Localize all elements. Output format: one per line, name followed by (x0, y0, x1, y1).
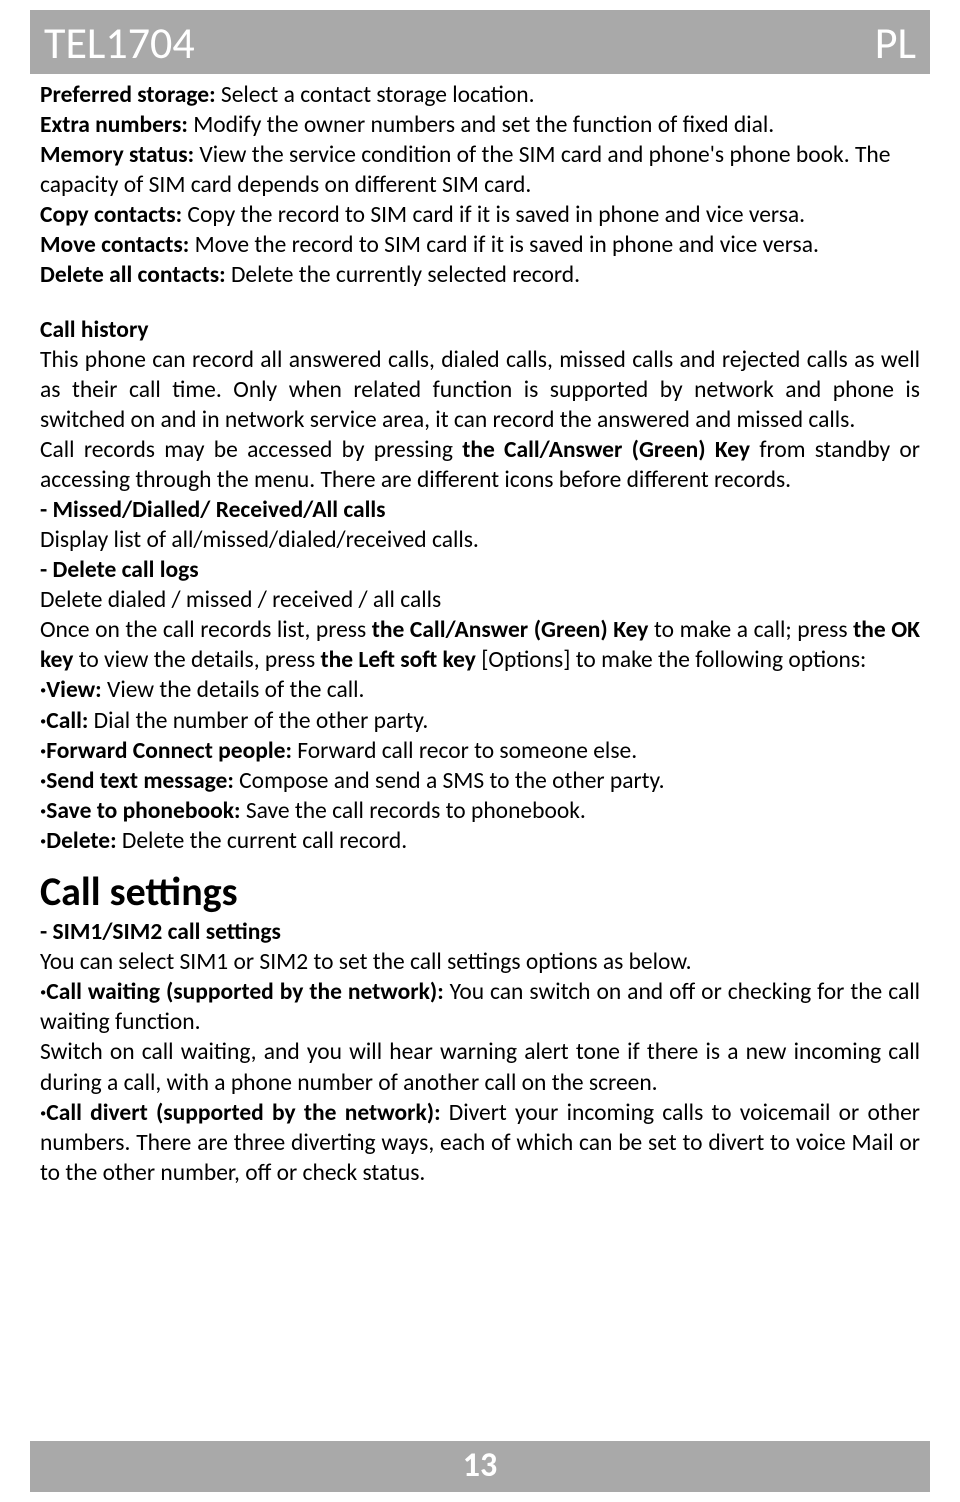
footer-bar: 13 (30, 1441, 930, 1492)
text: Copy the record to SIM card if it is sav… (182, 201, 805, 229)
call-history-sec1-title: - Missed/Dialled/ Received/All calls (40, 495, 920, 525)
label: Move contacts: (40, 231, 189, 259)
label: Delete all contacts: (40, 261, 226, 289)
title: - Missed/Dialled/ Received/All calls (40, 496, 386, 524)
text: [Options] to make the following options: (476, 646, 866, 674)
contacts-move: Move contacts: Move the record to SIM ca… (40, 230, 920, 260)
title: Call history (40, 316, 149, 344)
call-history-title: Call history (40, 315, 920, 345)
text: Forward call recor to someone else. (292, 737, 637, 765)
call-history-sec2-title: - Delete call logs (40, 555, 920, 585)
key: the Left soft key (321, 646, 476, 674)
label: ·Call divert (supported by the network): (40, 1099, 441, 1127)
text: to make a call; press (648, 616, 853, 644)
call-waiting: ·Call waiting (supported by the network)… (40, 977, 920, 1037)
label: ·Forward Connect people: (40, 737, 292, 765)
call-settings-title: Call settings (40, 866, 920, 917)
label: ·View: (40, 676, 102, 704)
label: ·Send text message: (40, 767, 234, 795)
text: Save the call records to phonebook. (241, 797, 586, 825)
call-settings-sim-title: - SIM1/SIM2 call settings (40, 917, 920, 947)
text: Call records may be accessed by pressing (40, 436, 462, 464)
call-history-p1: This phone can record all answered calls… (40, 345, 920, 435)
text: Dial the number of the other party. (88, 707, 428, 735)
text: Modify the owner numbers and set the fun… (188, 111, 774, 139)
header-model: TEL1704 (44, 16, 195, 70)
text: Compose and send a SMS to the other part… (234, 767, 665, 795)
text: Once on the call records list, press (40, 616, 372, 644)
key: the Call/Answer (Green) Key (372, 616, 649, 644)
opt-view: ·View: View the details of the call. (40, 675, 920, 705)
text: Delete the currently selected record. (226, 261, 580, 289)
title: - Delete call logs (40, 556, 199, 584)
label: Preferred storage: (40, 81, 216, 109)
label: ·Save to phonebook: (40, 797, 241, 825)
opt-save: ·Save to phonebook: Save the call record… (40, 796, 920, 826)
call-history-p2: Call records may be accessed by pressing… (40, 435, 920, 495)
call-history-sec1-text: Display list of all/missed/dialed/receiv… (40, 525, 920, 555)
text: Select a contact storage location. (216, 81, 535, 109)
contacts-preferred-storage: Preferred storage: Select a contact stor… (40, 80, 920, 110)
text: Move the record to SIM card if it is sav… (189, 231, 819, 259)
call-divert: ·Call divert (supported by the network):… (40, 1098, 920, 1188)
call-history-sec2-text: Delete dialed / missed / received / all … (40, 585, 920, 615)
label: Copy contacts: (40, 201, 182, 229)
label: Memory status: (40, 141, 194, 169)
text: View the details of the call. (102, 676, 365, 704)
header-lang: PL (875, 16, 916, 70)
call-waiting-note: Switch on call waiting, and you will hea… (40, 1037, 920, 1097)
contacts-memory-status: Memory status: View the service conditio… (40, 140, 920, 200)
title: - SIM1/SIM2 call settings (40, 918, 281, 946)
text: Delete the current call record. (117, 827, 408, 855)
key: the Call/Answer (Green) Key (462, 436, 750, 464)
contacts-extra-numbers: Extra numbers: Modify the owner numbers … (40, 110, 920, 140)
opt-forward: ·Forward Connect people: Forward call re… (40, 736, 920, 766)
contacts-copy: Copy contacts: Copy the record to SIM ca… (40, 200, 920, 230)
text: This phone can record all answered calls… (40, 346, 920, 434)
label: Extra numbers: (40, 111, 188, 139)
label: ·Delete: (40, 827, 117, 855)
label: ·Call: (40, 707, 88, 735)
contacts-delete-all: Delete all contacts: Delete the currentl… (40, 260, 920, 290)
page-number: 13 (463, 1445, 497, 1486)
page-content: Preferred storage: Select a contact stor… (0, 74, 960, 1188)
opt-call: ·Call: Dial the number of the other part… (40, 706, 920, 736)
call-settings-sim-text: You can select SIM1 or SIM2 to set the c… (40, 947, 920, 977)
header-bar: TEL1704 PL (30, 10, 930, 74)
opt-delete: ·Delete: Delete the current call record. (40, 826, 920, 856)
opt-sms: ·Send text message: Compose and send a S… (40, 766, 920, 796)
label: ·Call waiting (supported by the network)… (40, 978, 444, 1006)
call-history-once: Once on the call records list, press the… (40, 615, 920, 675)
text: to view the details, press (73, 646, 320, 674)
